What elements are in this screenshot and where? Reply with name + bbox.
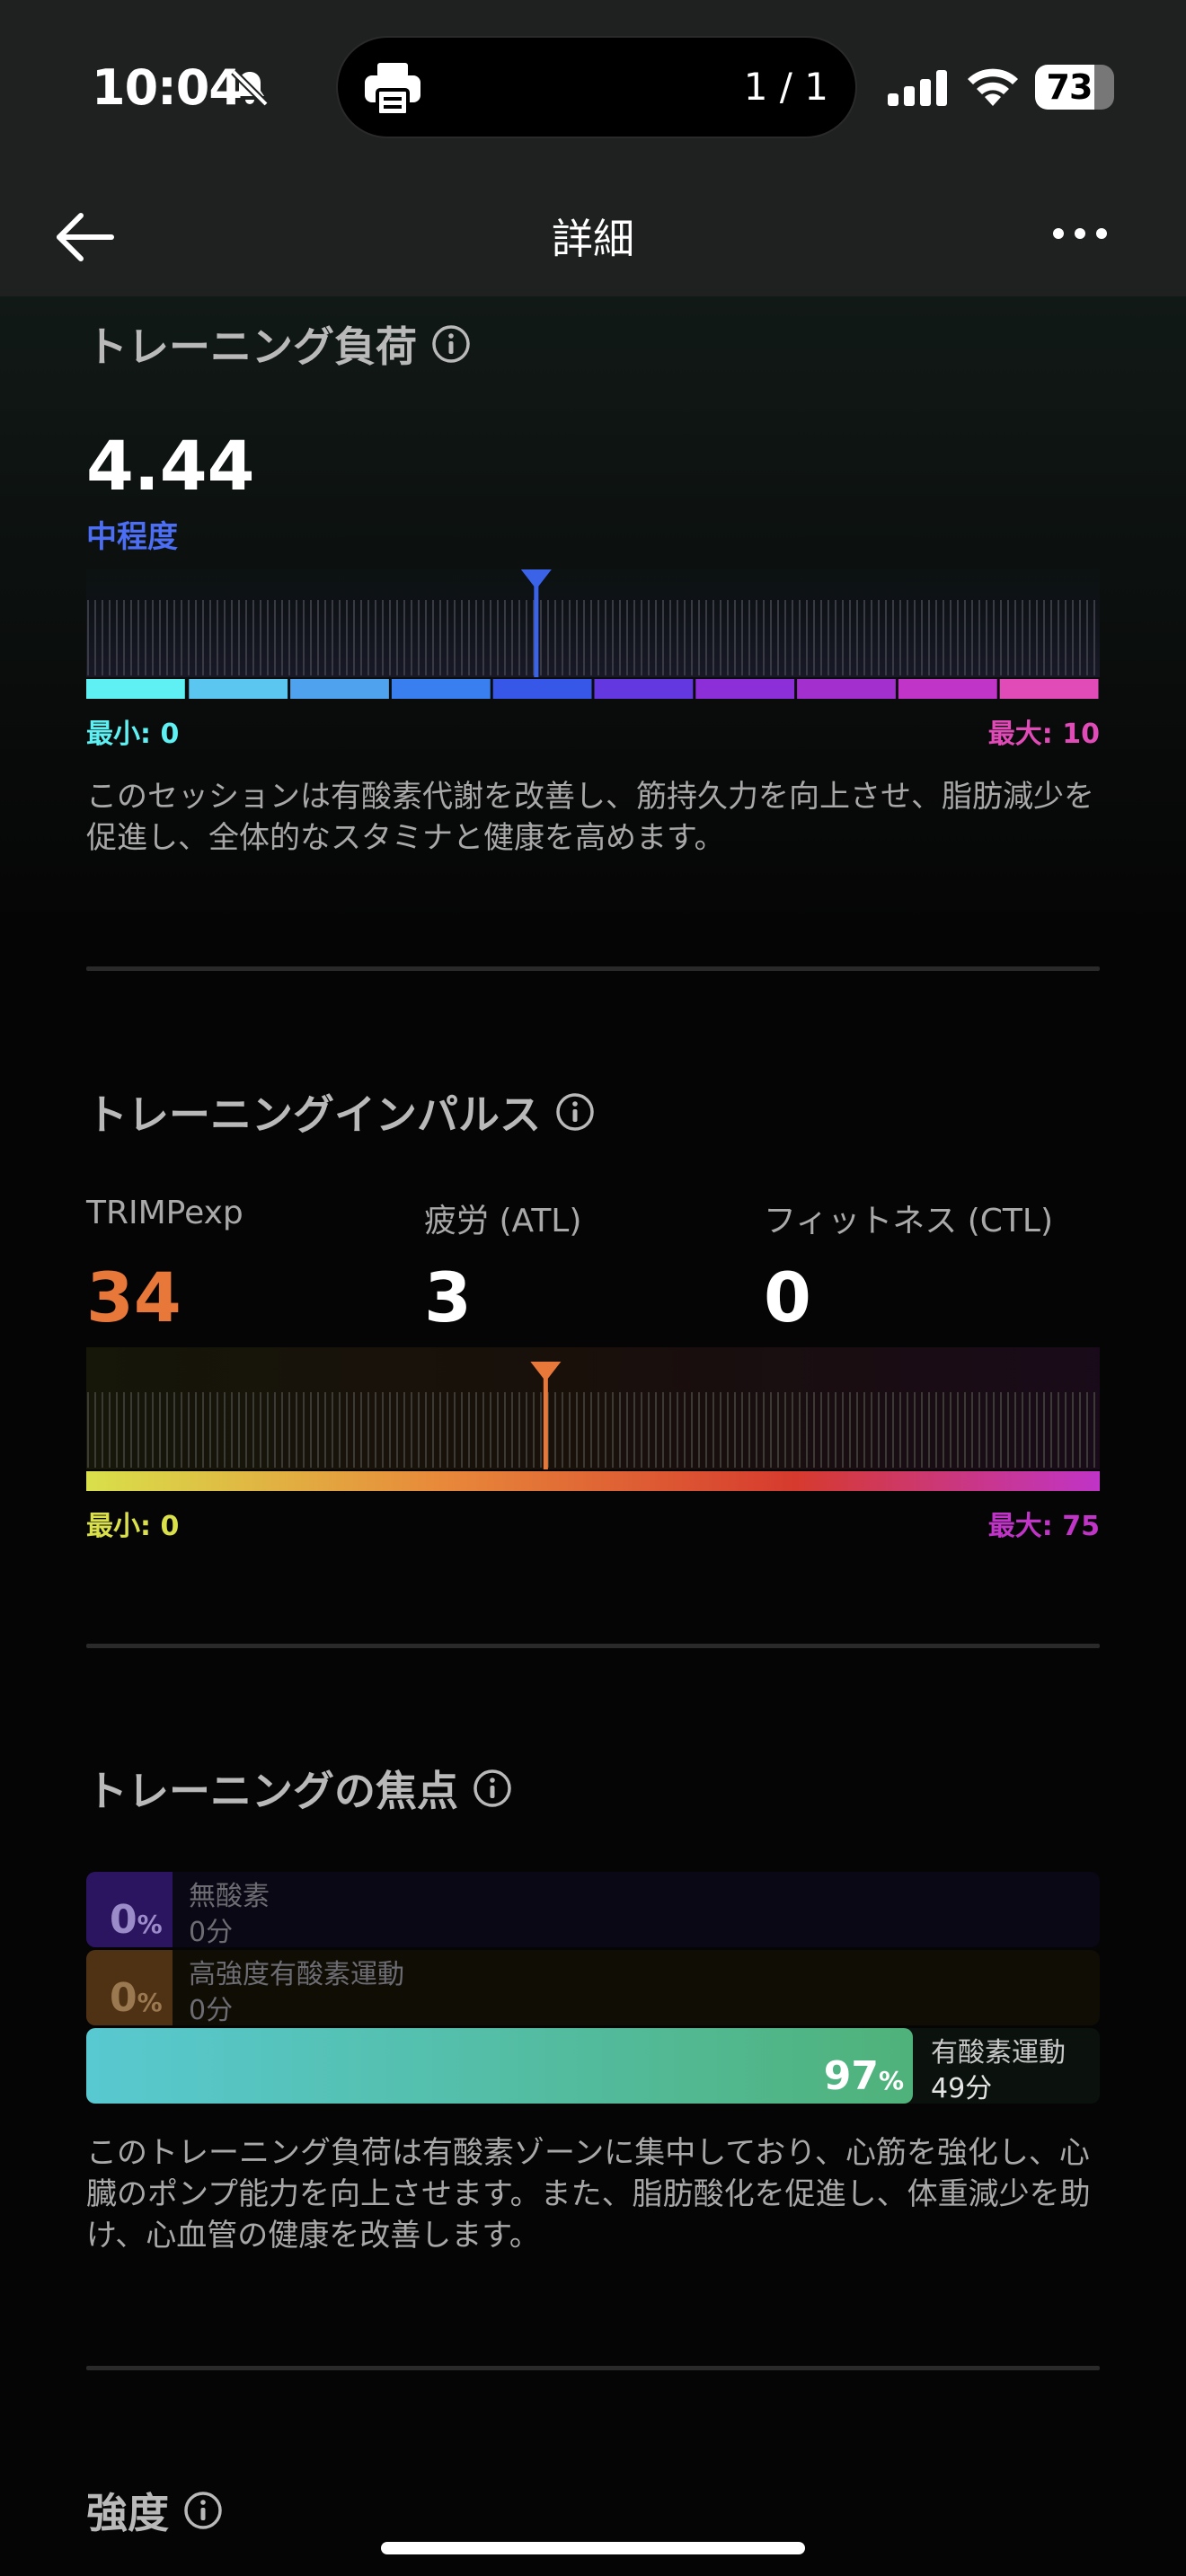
focus-row-high-aerobic: 0% 高強度有酸素運動 0分 bbox=[86, 1950, 1100, 2026]
metric-atl-value: 3 bbox=[424, 1257, 472, 1337]
focus-high-aerobic-name: 高強度有酸素運動 bbox=[189, 1959, 404, 1990]
gauge-segment bbox=[999, 679, 1099, 699]
training-impulse-min: 最小: 0 bbox=[86, 1511, 180, 1542]
focus-anaerobic-pct: 0% bbox=[110, 1897, 163, 1943]
section-divider bbox=[86, 2366, 1100, 2370]
training-impulse-header: トレーニングインパルス bbox=[86, 1082, 595, 1142]
section-divider bbox=[86, 966, 1100, 971]
page-title: 詳細 bbox=[552, 215, 634, 263]
gauge-segment bbox=[86, 679, 185, 699]
focus-aerobic-duration: 49分 bbox=[931, 2073, 993, 2104]
training-load-max: 最大: 10 bbox=[987, 719, 1100, 750]
training-focus-header: トレーニングの焦点 bbox=[86, 1759, 512, 1818]
focus-high-aerobic-pct: 0% bbox=[110, 1975, 163, 2021]
home-indicator[interactable] bbox=[381, 2542, 805, 2554]
status-time: 10:04 bbox=[92, 59, 243, 116]
metric-ctl-value: 0 bbox=[764, 1257, 811, 1337]
gauge-segment bbox=[189, 679, 288, 699]
focus-aerobic-bar: 97% bbox=[86, 2028, 913, 2104]
metric-trimp-label: TRIMPexp bbox=[86, 1195, 243, 1231]
metric-trimp-value: 34 bbox=[86, 1257, 181, 1337]
print-job-count: 1 / 1 bbox=[743, 65, 828, 109]
more-options-icon[interactable] bbox=[1051, 216, 1109, 251]
section-divider bbox=[86, 1644, 1100, 1648]
metric-atl-label: 疲労 (ATL) bbox=[424, 1203, 582, 1239]
focus-row-aerobic: 97% 有酸素運動 49分 bbox=[86, 2028, 1100, 2104]
training-load-level: 中程度 bbox=[86, 519, 178, 555]
focus-row-anaerobic: 0% 無酸素 0分 bbox=[86, 1872, 1100, 1948]
gauge-color-bar bbox=[86, 1471, 1100, 1491]
battery-indicator: 73 bbox=[1035, 65, 1114, 110]
training-load-description: このセッションは有酸素代謝を改善し、筋持久力を向上させ、脂肪減少を促進し、全体的… bbox=[86, 779, 1094, 856]
training-impulse-max: 最大: 75 bbox=[987, 1511, 1100, 1542]
intensity-title: 強度 bbox=[86, 2489, 169, 2537]
wifi-icon bbox=[968, 68, 1018, 106]
training-load-header: トレーニング負荷 bbox=[86, 314, 471, 374]
gauge-segment bbox=[391, 679, 491, 699]
training-load-title: トレーニング負荷 bbox=[86, 322, 417, 371]
focus-aerobic-pct: 97% bbox=[823, 2053, 904, 2099]
focus-anaerobic-duration: 0分 bbox=[189, 1917, 234, 1948]
gauge-segment bbox=[290, 679, 389, 699]
info-icon[interactable] bbox=[431, 324, 471, 364]
info-icon[interactable] bbox=[473, 1769, 512, 1808]
gauge-segment bbox=[898, 679, 997, 699]
focus-anaerobic-name: 無酸素 bbox=[189, 1881, 270, 1912]
training-load-meter bbox=[86, 557, 1100, 701]
metric-ctl-label: フィットネス (CTL) bbox=[764, 1203, 1053, 1239]
bell-muted-icon bbox=[231, 69, 269, 107]
focus-aerobic-name: 有酸素運動 bbox=[931, 2037, 1066, 2069]
cellular-signal-icon bbox=[888, 70, 947, 106]
training-impulse-gauge bbox=[86, 1347, 1100, 1491]
navigation-bar: 詳細 bbox=[0, 180, 1186, 296]
info-icon[interactable] bbox=[555, 1092, 595, 1132]
info-icon[interactable] bbox=[183, 2491, 223, 2530]
dynamic-island[interactable]: 1 / 1 bbox=[336, 36, 857, 138]
training-load-value: 4.44 bbox=[86, 426, 255, 506]
training-load-gauge bbox=[86, 557, 1100, 699]
status-bar: 10:04 1 / 1 73 bbox=[0, 0, 1186, 180]
training-load-min: 最小: 0 bbox=[86, 719, 180, 750]
gauge-segment bbox=[695, 679, 795, 699]
intensity-header: 強度 bbox=[86, 2481, 223, 2540]
battery-level: 73 bbox=[1046, 67, 1093, 107]
gauge-segment bbox=[594, 679, 694, 699]
training-focus-description: このトレーニング負荷は有酸素ゾーンに集中しており、心筋を強化し、心臓のポンプ能力… bbox=[86, 2135, 1091, 2254]
training-focus-title: トレーニングの焦点 bbox=[86, 1767, 458, 1815]
training-impulse-title: トレーニングインパルス bbox=[86, 1090, 541, 1139]
printer-icon bbox=[365, 63, 420, 117]
gauge-segment bbox=[797, 679, 896, 699]
training-impulse-meter bbox=[86, 1347, 1100, 1495]
focus-high-aerobic-duration: 0分 bbox=[189, 1995, 234, 2026]
gauge-segment bbox=[492, 679, 592, 699]
